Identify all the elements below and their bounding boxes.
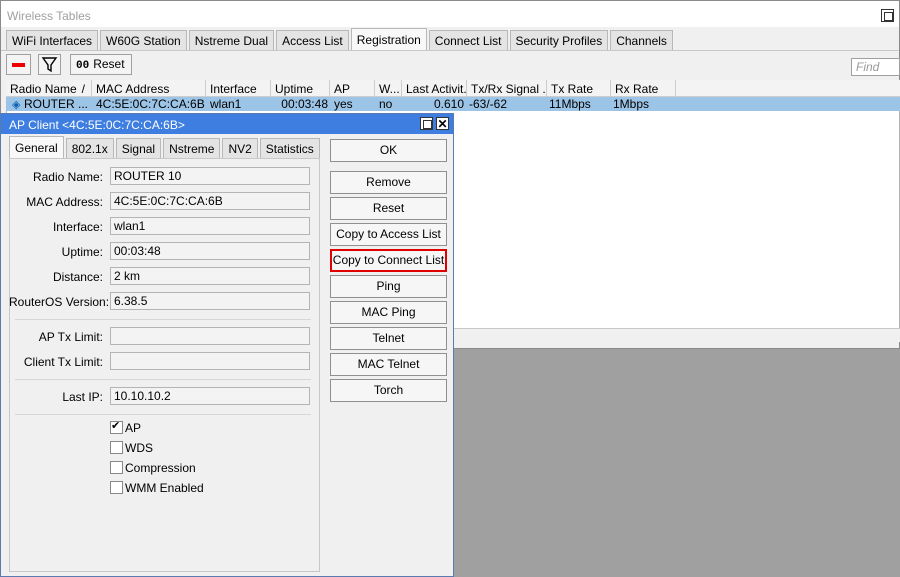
mac-telnet-button[interactable]: MAC Telnet bbox=[330, 353, 447, 376]
cell-interface: wlan1 bbox=[210, 97, 242, 111]
wmm-enabled-checkbox-label: WMM Enabled bbox=[125, 481, 204, 495]
tab-connect-list[interactable]: Connect List bbox=[428, 30, 508, 50]
main-tabbar: WiFi Interfaces W60G Station Nstreme Dua… bbox=[6, 28, 675, 50]
ap-client-dialog: AP Client <4C:5E:0C:7C:CA:6B> ✕ General … bbox=[0, 113, 454, 577]
tab-access-list[interactable]: Access List bbox=[276, 30, 349, 50]
remove-button[interactable]: Remove bbox=[330, 171, 447, 194]
compression-checkbox-label: Compression bbox=[125, 461, 196, 475]
col-wds[interactable]: W... bbox=[375, 80, 402, 97]
col-ap[interactable]: AP bbox=[330, 80, 375, 97]
col-interface[interactable]: Interface bbox=[206, 80, 271, 97]
ping-button[interactable]: Ping bbox=[330, 275, 447, 298]
dialog-title: AP Client <4C:5E:0C:7C:CA:6B> bbox=[1, 114, 453, 134]
tab-w60g-station[interactable]: W60G Station bbox=[100, 30, 187, 50]
telnet-button[interactable]: Telnet bbox=[330, 327, 447, 350]
compression-checkbox[interactable] bbox=[110, 461, 123, 474]
tab-signal[interactable]: Signal bbox=[115, 138, 162, 158]
mac-address-field[interactable]: 4C:5E:0C:7C:CA:6B bbox=[110, 192, 310, 210]
client-tx-limit-label: Client Tx Limit: bbox=[23, 355, 103, 369]
tab-security-profiles[interactable]: Security Profiles bbox=[509, 30, 609, 50]
tab-wifi-interfaces[interactable]: WiFi Interfaces bbox=[6, 30, 99, 50]
reset-toolbar-button[interactable]: 00 Reset bbox=[70, 54, 132, 75]
minus-icon bbox=[12, 63, 25, 67]
radio-name-label: Radio Name: bbox=[32, 170, 103, 184]
toolbar-divider bbox=[1, 50, 899, 51]
distance-label: Distance: bbox=[52, 270, 103, 284]
uptime-field[interactable]: 00:03:48 bbox=[110, 242, 310, 260]
interface-field[interactable]: wlan1 bbox=[110, 217, 310, 235]
ap-checkbox[interactable] bbox=[110, 419, 123, 434]
wmm-enabled-checkbox[interactable] bbox=[110, 481, 123, 494]
mac-ping-button[interactable]: MAC Ping bbox=[330, 301, 447, 324]
ap-tx-limit-field[interactable] bbox=[110, 327, 310, 345]
dialog-tabbar: General 802.1x Signal Nstreme NV2 Statis… bbox=[9, 136, 322, 158]
col-radio-name[interactable]: Radio Name / bbox=[6, 80, 92, 97]
torch-button[interactable]: Torch bbox=[330, 379, 447, 402]
cell-radio-name-text: ROUTER ... bbox=[24, 97, 89, 111]
cell-ap: yes bbox=[334, 97, 353, 111]
col-last-activity[interactable]: Last Activit... bbox=[402, 80, 467, 97]
radio-name-field[interactable]: ROUTER 10 bbox=[110, 167, 310, 185]
cell-signal: -63/-62 bbox=[469, 97, 508, 111]
col-uptime[interactable]: Uptime bbox=[271, 80, 330, 97]
wds-checkbox-label: WDS bbox=[125, 441, 153, 455]
tab-registration[interactable]: Registration bbox=[350, 28, 427, 50]
tab-statistics[interactable]: Statistics bbox=[259, 138, 320, 158]
divider bbox=[15, 379, 311, 380]
last-ip-label: Last IP: bbox=[62, 390, 103, 404]
cell-rx-rate: 1Mbps bbox=[613, 97, 650, 111]
tab-channels[interactable]: Channels bbox=[610, 30, 673, 50]
last-ip-field[interactable]: 10.10.10.2 bbox=[110, 387, 310, 405]
cell-uptime: 00:03:48 bbox=[281, 97, 328, 111]
filter-icon bbox=[41, 57, 58, 73]
ap-tx-limit-label: AP Tx Limit: bbox=[38, 330, 103, 344]
ok-button[interactable]: OK bbox=[330, 139, 447, 162]
cell-wds: no bbox=[379, 97, 393, 111]
tab-general[interactable]: General bbox=[9, 136, 64, 158]
interface-label: Interface: bbox=[52, 220, 103, 234]
cell-radio-name: ◈ ROUTER ... bbox=[10, 97, 94, 111]
filter-button[interactable] bbox=[38, 54, 61, 75]
reset-toolbar-label: Reset bbox=[93, 57, 125, 71]
col-mac-address[interactable]: MAC Address bbox=[92, 80, 206, 97]
col-radio-name-label: Radio Name bbox=[10, 82, 77, 96]
tab-8021x[interactable]: 802.1x bbox=[65, 138, 114, 158]
divider bbox=[15, 414, 311, 415]
cell-mac: 4C:5E:0C:7C:CA:6B bbox=[96, 97, 205, 111]
client-tx-limit-field[interactable] bbox=[110, 352, 310, 370]
distance-field[interactable]: 2 km bbox=[110, 267, 310, 285]
copy-to-access-list-button[interactable]: Copy to Access List bbox=[330, 223, 447, 246]
col-tx-rate[interactable]: Tx Rate bbox=[547, 80, 611, 97]
tab-nstreme-dual[interactable]: Nstreme Dual bbox=[188, 30, 275, 50]
reset-button[interactable]: Reset bbox=[330, 197, 447, 220]
cell-last-activity: 0.610 bbox=[433, 97, 464, 111]
col-signal[interactable]: Tx/Rx Signal ... bbox=[467, 80, 547, 97]
copy-to-connect-list-button[interactable]: Copy to Connect List bbox=[330, 249, 447, 272]
uptime-label: Uptime: bbox=[61, 245, 103, 259]
window-title: Wireless Tables bbox=[1, 1, 899, 27]
remove-toolbar-button[interactable] bbox=[6, 54, 31, 75]
divider bbox=[15, 319, 311, 320]
routeros-version-label: RouterOS Version: bbox=[9, 295, 110, 309]
tab-nstreme[interactable]: Nstreme bbox=[163, 138, 221, 158]
table-row[interactable]: ◈ ROUTER ... 4C:5E:0C:7C:CA:6B wlan1 00:0… bbox=[6, 97, 900, 111]
cell-tx-rate: 11Mbps bbox=[549, 97, 591, 111]
reset-icon: 00 bbox=[76, 60, 90, 72]
tab-nv2[interactable]: NV2 bbox=[222, 138, 258, 158]
mac-address-label: MAC Address: bbox=[26, 195, 103, 209]
maximize-icon[interactable] bbox=[881, 9, 894, 22]
find-input[interactable]: Find bbox=[851, 58, 900, 76]
ap-checkbox-label: AP bbox=[125, 421, 142, 435]
routeros-version-field[interactable]: 6.38.5 bbox=[110, 292, 310, 310]
col-rx-rate[interactable]: Rx Rate bbox=[611, 80, 676, 97]
maximize-icon[interactable] bbox=[420, 117, 433, 130]
sort-indicator: / bbox=[81, 82, 85, 96]
wireless-client-icon: ◈ bbox=[12, 99, 21, 111]
close-icon[interactable]: ✕ bbox=[436, 117, 449, 130]
table-header: Radio Name / MAC Address Interface Uptime… bbox=[6, 80, 900, 97]
wds-checkbox[interactable] bbox=[110, 441, 123, 454]
